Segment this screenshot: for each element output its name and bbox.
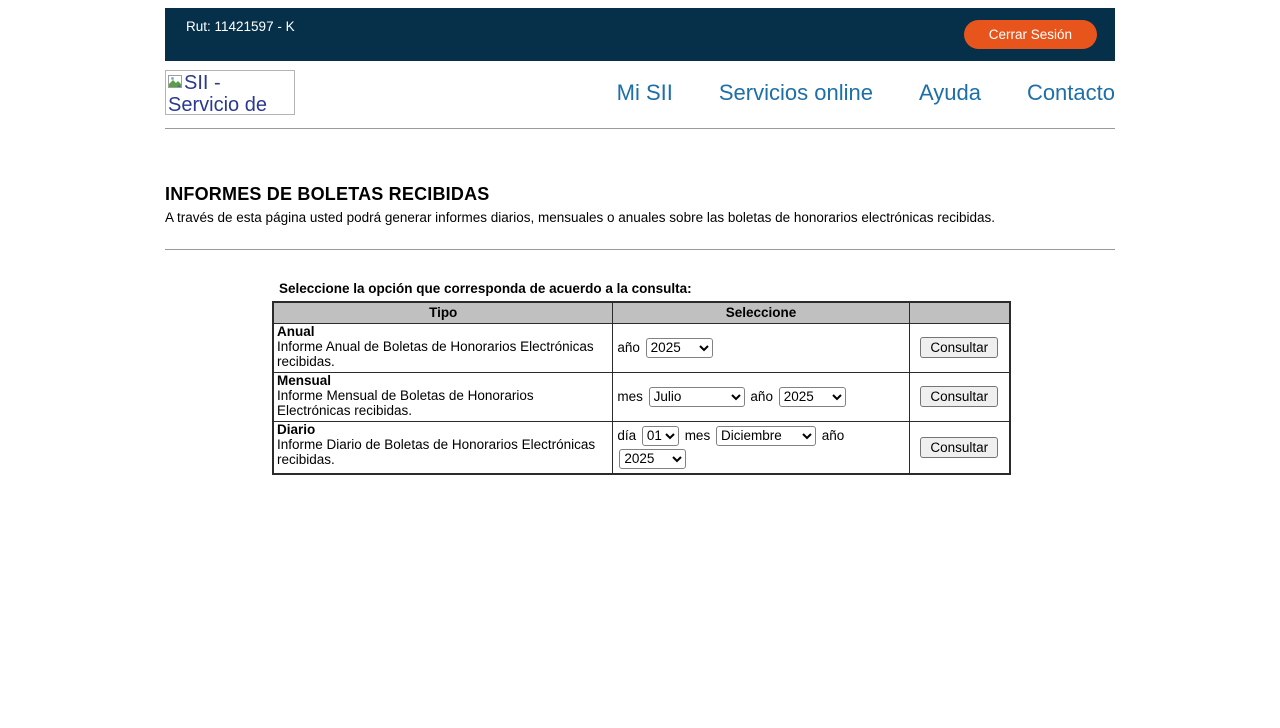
nav-mi-sii[interactable]: Mi SII xyxy=(617,80,673,106)
diario-day-label: día xyxy=(617,428,636,443)
page-description: A través de esta página usted podrá gene… xyxy=(165,210,1115,225)
diario-year-row: 2025 xyxy=(617,448,904,470)
mensual-action-cell: Consultar xyxy=(909,372,1010,421)
mensual-type-description: Informe Mensual de Boletas de Honorarios… xyxy=(277,388,534,418)
sii-logo-link[interactable]: SII - Servicio de xyxy=(165,70,295,115)
anual-type-label: Anual xyxy=(277,324,315,339)
anual-consultar-button[interactable]: Consultar xyxy=(920,337,998,358)
nav-ayuda[interactable]: Ayuda xyxy=(919,80,981,106)
logout-button[interactable]: Cerrar Sesión xyxy=(964,20,1097,49)
mensual-type-label: Mensual xyxy=(277,373,331,388)
diario-month-label: mes xyxy=(685,428,711,443)
diario-type-description: Informe Diario de Boletas de Honorarios … xyxy=(277,437,595,467)
session-bar: Rut: 11421597 - K Cerrar Sesión xyxy=(165,8,1115,61)
anual-year-select[interactable]: 2025 xyxy=(646,338,713,358)
consult-prompt: Seleccione la opción que corresponda de … xyxy=(279,281,1011,296)
broken-image-icon xyxy=(168,74,183,95)
diario-month-select[interactable]: Diciembre xyxy=(716,426,816,446)
nav-contacto[interactable]: Contacto xyxy=(1027,80,1115,106)
page-title: INFORMES DE BOLETAS RECIBIDAS xyxy=(165,184,1115,205)
mensual-year-label: año xyxy=(750,389,773,404)
rut-label: Rut: 11421597 - K xyxy=(186,19,295,61)
anual-select-cell: año 2025 xyxy=(613,323,909,372)
table-header-row: Tipo Seleccione xyxy=(273,302,1010,323)
col-header-tipo: Tipo xyxy=(273,302,613,323)
section-divider xyxy=(165,249,1115,250)
main-nav: Mi SII Servicios online Ayuda Contacto xyxy=(617,80,1115,106)
anual-action-cell: Consultar xyxy=(909,323,1010,372)
mensual-month-label: mes xyxy=(617,389,643,404)
table-row-diario: Diario Informe Diario de Boletas de Hono… xyxy=(273,421,1010,474)
diario-consultar-button[interactable]: Consultar xyxy=(920,437,998,458)
diario-tipo-cell: Diario Informe Diario de Boletas de Hono… xyxy=(273,421,613,474)
mensual-consultar-button[interactable]: Consultar xyxy=(920,386,998,407)
diario-type-label: Diario xyxy=(277,422,315,437)
diario-action-cell: Consultar xyxy=(909,421,1010,474)
page-container: Rut: 11421597 - K Cerrar Sesión SII - Se… xyxy=(165,8,1115,475)
col-header-seleccione: Seleccione xyxy=(613,302,909,323)
anual-type-description: Informe Anual de Boletas de Honorarios E… xyxy=(277,339,594,369)
col-header-action xyxy=(909,302,1010,323)
consult-table: Tipo Seleccione Anual Informe Anual de B… xyxy=(272,301,1011,475)
mensual-month-select[interactable]: Julio xyxy=(649,387,745,407)
nav-servicios-online[interactable]: Servicios online xyxy=(719,80,873,106)
header-row: SII - Servicio de Mi SII Servicios onlin… xyxy=(165,61,1115,126)
diario-year-label: año xyxy=(822,428,845,443)
diario-year-select[interactable]: 2025 xyxy=(619,449,686,469)
anual-year-label: año xyxy=(617,340,640,355)
consult-section: Seleccione la opción que corresponda de … xyxy=(272,281,1011,475)
diario-day-select[interactable]: 01 xyxy=(642,426,679,446)
table-row-anual: Anual Informe Anual de Boletas de Honora… xyxy=(273,323,1010,372)
mensual-select-cell: mes Julio año 2025 xyxy=(613,372,909,421)
mensual-year-select[interactable]: 2025 xyxy=(779,387,846,407)
diario-select-cell: día 01 mes Diciembre año 2025 xyxy=(613,421,909,474)
table-row-mensual: Mensual Informe Mensual de Boletas de Ho… xyxy=(273,372,1010,421)
header-divider xyxy=(165,128,1115,129)
anual-tipo-cell: Anual Informe Anual de Boletas de Honora… xyxy=(273,323,613,372)
mensual-tipo-cell: Mensual Informe Mensual de Boletas de Ho… xyxy=(273,372,613,421)
